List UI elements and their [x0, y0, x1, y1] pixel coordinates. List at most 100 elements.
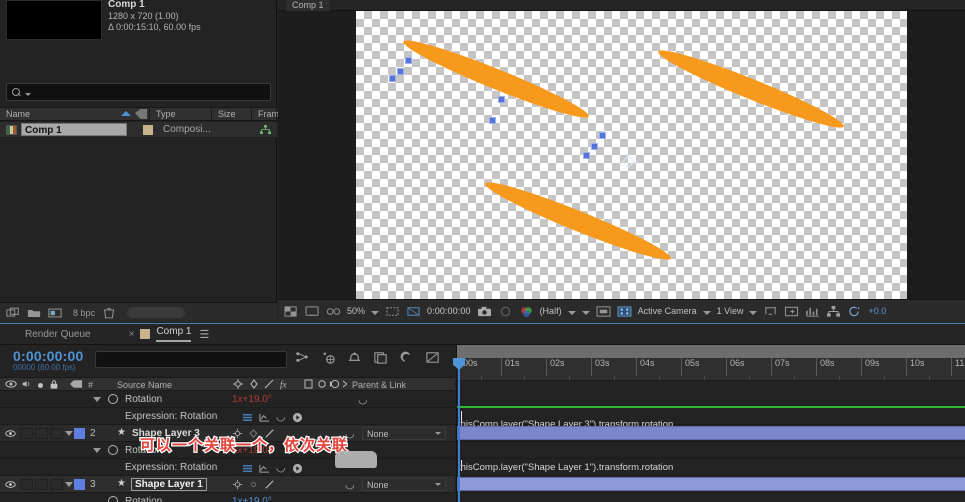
stopwatch-icon[interactable] — [108, 496, 118, 502]
new-folder-proxy-icon[interactable] — [6, 307, 20, 319]
project-search-input[interactable] — [6, 83, 271, 101]
color-depth-label[interactable]: 8 bpc — [73, 308, 95, 318]
parent-pickwhip-icon[interactable]: ◡ — [345, 478, 355, 491]
expression-enable-icon[interactable] — [242, 412, 253, 423]
hide-shy-layers-icon[interactable] — [347, 350, 362, 365]
expression-pickwhip-icon[interactable]: ◡ — [276, 461, 286, 474]
solo-switch[interactable] — [35, 479, 48, 490]
view-layout-value[interactable]: 1 View — [717, 306, 744, 316]
audio-switch[interactable] — [20, 479, 33, 490]
camera-view-value[interactable]: Active Camera — [638, 306, 697, 316]
zoom-level-value[interactable]: 50% — [347, 306, 365, 316]
enable-motion-blur-icon[interactable] — [399, 350, 414, 365]
enable-frame-blending-icon[interactable] — [373, 350, 388, 365]
resolution-value[interactable]: (Half) — [540, 306, 562, 316]
graph-editor-icon[interactable] — [425, 350, 440, 365]
lock-switch[interactable] — [50, 479, 63, 490]
region-of-interest-icon[interactable] — [385, 305, 400, 318]
reset-exposure-icon[interactable] — [847, 305, 862, 318]
property-row[interactable]: Rotation 1x+19.0° ◡ — [0, 493, 455, 502]
twirl-down-icon[interactable] — [93, 448, 101, 453]
twirl-down-icon[interactable] — [93, 397, 101, 402]
fast-previews-icon[interactable] — [617, 305, 632, 318]
time-ruler[interactable]: 00s 01s 02s 03s 04s 05s 06s 07s 08s 09s … — [457, 358, 965, 381]
track-row[interactable] — [457, 442, 965, 459]
resolution-dropdown-chevron-icon[interactable] — [568, 311, 576, 315]
project-column-name[interactable]: Name — [0, 107, 150, 121]
shape-top-right[interactable] — [655, 42, 848, 135]
track-row[interactable] — [457, 476, 965, 493]
new-composition-icon[interactable] — [48, 307, 62, 319]
track-row[interactable] — [457, 493, 965, 502]
timeline-search-input[interactable] — [95, 351, 287, 368]
selection-handle[interactable] — [591, 143, 598, 150]
stopwatch-icon[interactable] — [108, 394, 118, 404]
video-eye-icon[interactable] — [5, 378, 17, 392]
exposure-value[interactable]: +0.0 — [868, 306, 886, 316]
track-row[interactable]: thisComp.layer("Shape Layer 3").transfor… — [457, 408, 965, 425]
draft-3d-icon[interactable] — [321, 350, 336, 365]
layer-label-color[interactable] — [74, 428, 85, 439]
selection-handle[interactable] — [498, 96, 505, 103]
source-name-header[interactable]: Source Name — [117, 378, 172, 392]
selection-handle[interactable] — [489, 117, 496, 124]
snapshot-camera-icon[interactable] — [477, 305, 492, 318]
3d-glasses-icon[interactable] — [326, 305, 341, 318]
zoom-dropdown-chevron-icon[interactable] — [371, 311, 379, 315]
tab-render-queue[interactable]: Render Queue — [25, 329, 91, 340]
toggle-transparency-grid-icon[interactable] — [284, 305, 299, 318]
selection-handle[interactable] — [389, 75, 396, 82]
label-tag-header-icon[interactable] — [70, 378, 83, 392]
project-column-size[interactable]: Size — [212, 107, 252, 121]
layer-label-color[interactable] — [74, 479, 85, 490]
parent-dropdown[interactable]: None — [362, 478, 446, 491]
selection-handle[interactable] — [405, 57, 412, 64]
pickwhip-icon[interactable]: ◡ — [358, 495, 368, 502]
composition-stage[interactable] — [278, 11, 965, 299]
label-color-swatch[interactable] — [143, 125, 153, 135]
layer-name-edit-field[interactable]: Shape Layer 1 — [131, 478, 207, 491]
timeline-graph-icon[interactable] — [805, 305, 820, 318]
track-row[interactable]: thisComp.layer("Shape Layer 1").transfor… — [457, 459, 965, 476]
video-eye-icon[interactable] — [5, 480, 16, 489]
parent-dropdown[interactable]: None — [362, 427, 446, 440]
project-item-row[interactable]: Comp 1 Composi... — [0, 122, 277, 138]
timeline-track-area[interactable]: 00s 01s 02s 03s 04s 05s 06s 07s 08s 09s … — [456, 345, 965, 502]
viewer-current-time[interactable]: 0:00:00:00 — [427, 306, 471, 316]
tab-comp1[interactable]: Comp 1 — [156, 326, 191, 342]
expression-language-menu-icon[interactable] — [292, 412, 303, 423]
twirl-down-icon[interactable] — [65, 482, 73, 487]
project-column-frame[interactable]: Fram — [252, 107, 277, 121]
sort-ascending-icon[interactable] — [121, 111, 131, 116]
channel-rgb-icon[interactable] — [519, 305, 534, 318]
expression-enable-icon[interactable] — [242, 463, 253, 474]
layer-row[interactable]: 3 ★ Shape Layer 1 ◡ N — [0, 476, 455, 493]
camera-dropdown-chevron-icon[interactable] — [703, 311, 711, 315]
expression-row[interactable]: Expression: Rotation ◡ — [0, 408, 455, 425]
anchor-point-icon[interactable] — [622, 155, 635, 168]
layer-switch-boxes[interactable] — [20, 479, 63, 490]
panel-menu-icon[interactable]: ☰ — [199, 328, 209, 341]
toggle-mask-icon[interactable] — [305, 305, 320, 318]
project-item-name[interactable]: Comp 1 — [21, 123, 127, 136]
expression-language-menu-icon[interactable] — [292, 463, 303, 474]
video-eye-icon[interactable] — [5, 429, 16, 438]
effects-switch-icon[interactable] — [264, 479, 275, 490]
expression-pickwhip-icon[interactable]: ◡ — [276, 410, 286, 423]
property-row[interactable]: Rotation 1x+19.0° ◡ — [0, 391, 455, 408]
toggle-viewer-layout-icon[interactable] — [596, 305, 611, 318]
audio-speaker-icon[interactable] — [21, 378, 33, 392]
continuously-rasterize-icon[interactable] — [232, 479, 243, 490]
project-column-type[interactable]: Type — [150, 107, 212, 121]
quality-switch-icon[interactable] — [248, 479, 259, 490]
label-tag-icon[interactable] — [135, 109, 147, 119]
expression-graph-icon[interactable] — [259, 463, 270, 474]
new-folder-icon[interactable] — [27, 307, 41, 319]
layer-switch-boxes[interactable] — [20, 428, 63, 439]
layer-duration-bar[interactable] — [457, 477, 965, 491]
renderer-network-icon[interactable] — [826, 305, 841, 318]
view-layout-chevron-icon[interactable] — [749, 311, 757, 315]
selection-handle[interactable] — [397, 68, 404, 75]
property-value[interactable]: 1x+19.0° — [232, 394, 272, 405]
expression-graph-icon[interactable] — [259, 412, 270, 423]
